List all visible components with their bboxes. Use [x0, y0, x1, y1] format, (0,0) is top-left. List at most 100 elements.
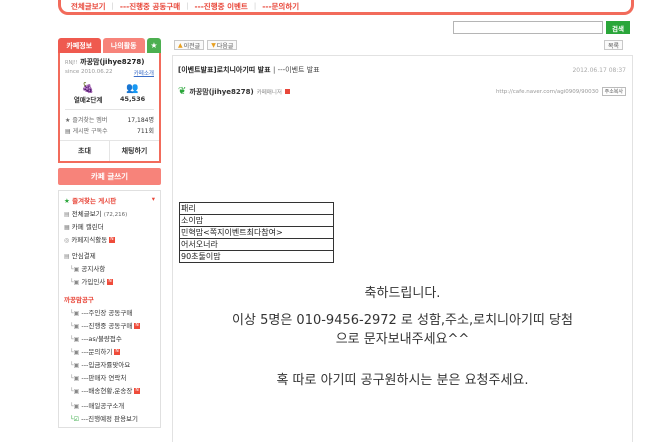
menu-label: 카페지식활동	[71, 236, 108, 244]
member-stat[interactable]: 👥 45,536	[120, 83, 145, 104]
since-row: since 2010.06.22 카페소개	[65, 69, 154, 77]
menu-item-gongu[interactable]: └▣ ---배송현황,운송장 N	[64, 385, 155, 395]
article-category[interactable]: ---이벤트 발표	[278, 66, 320, 74]
article-date: 2012.06.17 08:37	[572, 66, 626, 74]
menu-item-gongu[interactable]: └▣ ---주인장 공동구매	[64, 307, 155, 317]
info-row-subscriptions[interactable]: ▤ 게시판 구독수 711회	[65, 126, 154, 135]
arrow-down-icon: ▼	[211, 41, 216, 49]
winner-cell: 어서오너라	[179, 238, 334, 251]
menu-item-gongu[interactable]: └▣ ---문의하기 N	[64, 346, 155, 356]
author-name[interactable]: 까꿍맘(jihye8278)	[189, 87, 253, 97]
menu-label: ---진행중 공동구매	[81, 322, 133, 330]
nav-inquiry[interactable]: ---문의하기	[262, 1, 299, 12]
menu-item-gongu[interactable]: └▣ ---매일공구소개	[64, 400, 155, 410]
new-badge: N	[114, 349, 120, 355]
menu-label: ---입금자률맞아요	[81, 361, 131, 369]
invite-button[interactable]: 초대	[60, 141, 109, 161]
nav-ongoing-event[interactable]: ---진행중 이벤트	[194, 1, 247, 12]
checkbox-icon: └☑	[70, 416, 79, 423]
menu-item-greetings[interactable]: └▣ 가입인사 N	[64, 276, 155, 286]
menu-item-all-posts[interactable]: ▤ 전체글보기 (72,216)	[64, 208, 155, 218]
winner-cell: 민혁맘<쪽지이벤트최다참여>	[179, 226, 334, 239]
nav-separator: |	[111, 2, 114, 10]
menu-label: ---매일공구소개	[81, 402, 125, 410]
menu-label: ---배송현황,운송장	[81, 387, 133, 395]
cafe-stats: 🍇 열매2단계 👥 45,536	[65, 83, 154, 104]
board-icon: └▣	[70, 362, 80, 369]
arrow-up-icon: ▲	[178, 41, 183, 49]
board-icon: └▣	[70, 279, 80, 286]
menu-item-knowledge[interactable]: ◎ 카페지식활동 N	[64, 234, 155, 244]
manager-id[interactable]: 까꿍맘(jihye8278)	[80, 58, 144, 66]
menu-item-gongu[interactable]: └▣ ---진행중 공동구매 N	[64, 320, 155, 330]
menu-item-gongu[interactable]: └☑ ---진행예정 판용보기	[64, 413, 155, 423]
favorites-header[interactable]: ★ 즐겨찾는 게시판 ▾	[64, 195, 155, 205]
search-input[interactable]	[453, 21, 603, 34]
author-info: ❦ 까꿍맘(jihye8278) 카페매니저	[178, 86, 290, 97]
next-post-button[interactable]: ▼ 다음글	[207, 40, 238, 50]
nav-separator: |	[253, 2, 257, 10]
nav-separator: |	[186, 2, 189, 10]
level-text: 열매2단계	[73, 96, 103, 104]
board-icon: └▣	[70, 323, 80, 330]
knowledge-icon: ◎	[64, 237, 70, 244]
board-icon: └▣	[70, 310, 80, 317]
board-icon: └▣	[70, 266, 80, 273]
board-icon: ▤	[65, 128, 71, 135]
chevron-down-icon[interactable]: ▾	[152, 195, 155, 205]
menu-label: 안심결제	[71, 252, 96, 260]
board-icon: ▤	[64, 253, 70, 260]
menu-label: 전체글보기	[71, 210, 102, 218]
list-button[interactable]: 목록	[604, 40, 624, 50]
manager-name: RNJ!! 까꿍맘(jihye8278)	[65, 57, 154, 67]
info-row-favorite-members[interactable]: ★ 즐겨찾는 멤버 17,184명	[65, 115, 154, 124]
url-area: http://cafe.naver.com/agi0909/90030 주소복사	[496, 87, 626, 96]
message-line-2: 으로 문자보내주세요^^	[335, 332, 470, 347]
board-icon: └▣	[70, 388, 80, 395]
manager-tag: RNJ!!	[65, 60, 78, 66]
level-stat[interactable]: 🍇 열매2단계	[74, 83, 102, 104]
menu-item-gongu[interactable]: └▣ ---입금자률맞아요	[64, 359, 155, 369]
copy-url-button[interactable]: 주소복사	[601, 87, 626, 96]
prev-next-nav: ▲ 이전글 ▼ 다음글	[174, 40, 238, 50]
prev-post-button[interactable]: ▲ 이전글	[174, 40, 205, 50]
mail-icon[interactable]	[285, 89, 290, 94]
menu-item-gongu[interactable]: └▣ ---판매자 연락처	[64, 372, 155, 382]
search-button[interactable]: 검색	[606, 21, 630, 34]
member-count: 45,536	[120, 95, 146, 103]
menu-label: ---문의하기	[81, 348, 113, 356]
info-value: 17,184명	[127, 117, 154, 124]
sidebar-buttons: 초대 채팅하기	[60, 140, 159, 161]
favorites-title: 즐겨찾는 게시판	[72, 197, 117, 205]
article: [이벤트발표]로치니아기띠 발표 | ---이벤트 발표 2012.06.17 …	[172, 55, 633, 442]
menu-item-calendar[interactable]: ▦ 카페 캘린더	[64, 221, 155, 231]
star-icon: ★	[65, 117, 71, 124]
winner-table: 패리 소이맘 민혁맘<쪽지이벤트최다참여> 어서오너라 90초둘이맘	[179, 202, 334, 263]
nav-all-posts[interactable]: 전체글보기	[71, 1, 106, 12]
winner-cell: 패리	[179, 202, 334, 215]
title-text: [이벤트발표]로치니아기띠 발표	[178, 66, 271, 74]
star-icon: ★	[64, 197, 70, 205]
new-badge: N	[134, 388, 140, 394]
table-row: 민혁맘<쪽지이벤트최다참여>	[179, 226, 334, 239]
tab-cafe-info[interactable]: 카페정보	[58, 38, 101, 53]
menu-label: 가입인사	[81, 278, 106, 286]
menu-label: ---as/불량접수	[81, 335, 122, 343]
sidebar: 카페정보 나의활동 ★ RNJ!! 까꿍맘(jihye8278) since 2…	[58, 38, 161, 428]
search-area: 검색	[453, 21, 630, 34]
star-icon[interactable]: ★	[147, 38, 161, 53]
cafe-write-button[interactable]: 카페 글쓰기	[58, 168, 161, 185]
nav-ongoing-group-buy[interactable]: ---진행중 공동구매	[120, 1, 180, 12]
menu-item-safe-payment[interactable]: ▤ 안심결제	[64, 250, 155, 260]
menu-item-notice[interactable]: └▣ 공지사항	[64, 263, 155, 273]
list-icon: ▤	[64, 211, 70, 218]
calendar-icon: ▦	[64, 224, 70, 231]
chat-button[interactable]: 채팅하기	[109, 141, 159, 161]
article-url[interactable]: http://cafe.naver.com/agi0909/90030	[496, 89, 599, 95]
author-role: 카페매니저	[256, 89, 282, 96]
tab-my-activity[interactable]: 나의활동	[102, 38, 145, 53]
cafe-intro-link[interactable]: 카페소개	[134, 69, 154, 77]
article-header: [이벤트발표]로치니아기띠 발표 | ---이벤트 발표 2012.06.17 …	[178, 65, 626, 75]
menu-count: (72,216)	[103, 212, 128, 218]
menu-item-gongu[interactable]: └▣ ---as/불량접수	[64, 333, 155, 343]
